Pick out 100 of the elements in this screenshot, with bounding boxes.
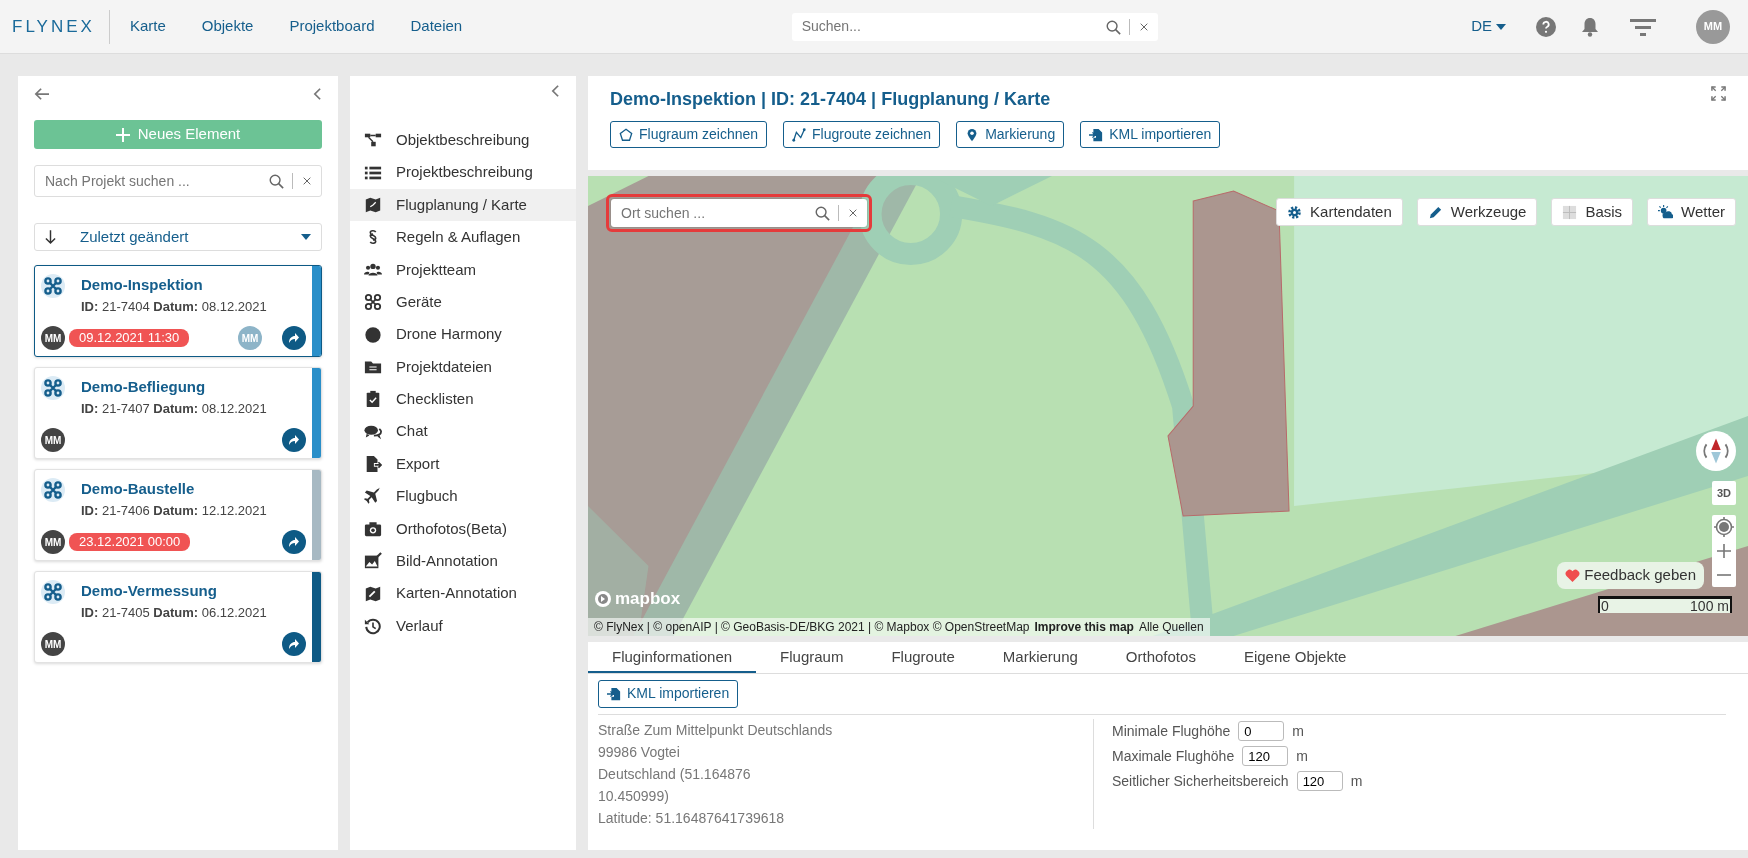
menu-item[interactable]: Regeln & Auflagen bbox=[350, 221, 576, 254]
menu-item[interactable]: Chat bbox=[350, 415, 576, 448]
action-button[interactable]: KML importieren bbox=[1080, 121, 1221, 148]
weather-icon bbox=[1658, 204, 1674, 220]
share-arrow-icon bbox=[288, 332, 300, 344]
menu-item[interactable]: Export bbox=[350, 447, 576, 481]
tab[interactable]: Markierung bbox=[978, 642, 1102, 673]
tab[interactable]: Fluginformationen bbox=[588, 642, 757, 673]
menu-item[interactable]: Bild-Annotation bbox=[350, 545, 576, 578]
import-kml-button[interactable]: KML importieren bbox=[598, 679, 739, 708]
sources-link[interactable]: Alle Quellen bbox=[1138, 618, 1204, 636]
search-input[interactable]: Nach Projekt suchen ... bbox=[43, 169, 268, 193]
address-line: 99986 Vogtei bbox=[598, 742, 681, 762]
menu-item[interactable]: Objektbeschreibung bbox=[350, 124, 576, 157]
project-search-field[interactable]: Nach Projekt suchen ... bbox=[34, 165, 322, 197]
project-card[interactable]: Demo-Vermessung ID: 21-7405 Datum: 06.12.2021 MM bbox=[34, 571, 322, 663]
assignee-avatar: MM bbox=[238, 326, 262, 350]
map-icon bbox=[364, 195, 382, 214]
project-card[interactable]: Demo-Inspektion ID: 21-7404 Datum: 08.12.2021 MM 09.12.2021 11:30 MM bbox=[34, 265, 322, 357]
menu-item[interactable]: Projektbeschreibung bbox=[350, 156, 576, 189]
menu-item[interactable]: Orthofotos(Beta) bbox=[350, 512, 576, 546]
back-arrow-icon[interactable] bbox=[34, 87, 50, 101]
unit-label: m bbox=[1350, 771, 1363, 791]
nav-link[interactable]: Karte bbox=[129, 15, 166, 38]
close-icon[interactable] bbox=[301, 175, 313, 187]
locate-icon[interactable] bbox=[1712, 515, 1736, 539]
chevron-left-icon[interactable] bbox=[313, 87, 322, 101]
project-card[interactable]: Demo-Baustelle ID: 21-7406 Datum: 12.12.2021 MM 23.12.2021 00:00 bbox=[34, 469, 322, 561]
menu-item[interactable]: Verlauf bbox=[350, 609, 576, 643]
logo: FLYNEX bbox=[12, 9, 110, 44]
drone-icon bbox=[41, 376, 65, 400]
chevron-left-icon[interactable] bbox=[551, 84, 560, 98]
address-line: Latitude: 51.16487641739618 bbox=[598, 808, 786, 828]
improve-map-link[interactable]: Improve this map bbox=[1034, 618, 1134, 636]
sort-dropdown[interactable]: Zuletzt geändert bbox=[34, 223, 322, 251]
number-input[interactable]: 120 bbox=[1296, 771, 1343, 791]
map-edit-icon bbox=[364, 584, 382, 603]
project-card[interactable]: Demo-Befliegung ID: 21-7407 Datum: 08.12.2021 MM bbox=[34, 367, 322, 459]
bell-icon[interactable] bbox=[1580, 15, 1600, 38]
camera-icon bbox=[364, 519, 382, 538]
close-icon[interactable] bbox=[847, 207, 859, 219]
project-meta: ID: 21-7405 Datum: 06.12.2021 bbox=[81, 603, 267, 622]
tab[interactable]: Flugroute bbox=[867, 642, 979, 673]
heart-icon bbox=[1565, 568, 1581, 582]
search-icon[interactable] bbox=[268, 173, 284, 189]
feedback-button[interactable]: Feedback geben bbox=[1557, 562, 1704, 589]
menu-item[interactable]: Projektdateien bbox=[350, 350, 576, 384]
deadline-badge: 23.12.2021 00:00 bbox=[69, 533, 191, 551]
pencil-icon bbox=[1427, 204, 1443, 220]
menu-item[interactable]: Flugplanung / Karte bbox=[350, 188, 576, 222]
file-import-icon bbox=[1089, 127, 1104, 142]
deadline-badge: 09.12.2021 11:30 bbox=[69, 329, 190, 347]
nav-link[interactable]: Dateien bbox=[410, 15, 463, 38]
3d-button[interactable]: 3D bbox=[1712, 481, 1736, 505]
menu-item[interactable]: Checklisten bbox=[350, 383, 576, 416]
search-field[interactable]: Suchen... bbox=[791, 12, 1158, 41]
project-title: Demo-Vermessung bbox=[81, 581, 218, 601]
language-dropdown[interactable]: DE bbox=[1471, 15, 1506, 38]
menu-item[interactable]: Drone Harmony bbox=[350, 318, 576, 351]
share-button[interactable] bbox=[282, 326, 306, 350]
number-input[interactable]: 0 bbox=[1238, 721, 1285, 741]
clipboard-icon bbox=[364, 390, 382, 409]
share-button[interactable] bbox=[282, 530, 306, 554]
action-button[interactable]: Markierung bbox=[956, 121, 1065, 148]
owner-avatar: MM bbox=[41, 530, 65, 554]
tab[interactable]: Eigene Objekte bbox=[1219, 642, 1371, 673]
action-button[interactable]: Flugroute zeichnen bbox=[783, 121, 941, 148]
tab[interactable]: Orthofotos bbox=[1101, 642, 1220, 673]
map-control-button[interactable]: Kartendaten bbox=[1276, 198, 1403, 226]
mapbox-logo-icon bbox=[594, 589, 612, 608]
map-control-button[interactable]: Wetter bbox=[1647, 198, 1736, 226]
project-title: Demo-Befliegung bbox=[81, 377, 207, 397]
nav-link[interactable]: Objekte bbox=[201, 15, 254, 38]
menu-item[interactable]: Flugbuch bbox=[350, 480, 576, 513]
plane-icon bbox=[364, 487, 382, 506]
compass-icon[interactable] bbox=[1696, 431, 1736, 471]
share-button[interactable] bbox=[282, 632, 306, 656]
map-control-button[interactable]: Werkzeuge bbox=[1416, 198, 1538, 226]
search-icon[interactable] bbox=[1104, 18, 1121, 35]
number-input[interactable]: 120 bbox=[1242, 746, 1289, 766]
help-icon[interactable] bbox=[1536, 16, 1556, 37]
map-search-field[interactable]: Ort suchen ... bbox=[611, 199, 867, 227]
menu-item[interactable]: Geräte bbox=[350, 285, 576, 319]
search-icon[interactable] bbox=[814, 205, 830, 221]
drone-icon bbox=[41, 478, 65, 502]
tab[interactable]: Flugraum bbox=[756, 642, 868, 673]
nav-link[interactable]: Projektboard bbox=[289, 15, 375, 38]
search-input[interactable]: Suchen... bbox=[799, 15, 1105, 38]
pentagon-icon bbox=[619, 127, 633, 142]
circle-icon bbox=[364, 325, 382, 344]
menu-item[interactable]: Karten-Annotation bbox=[350, 577, 576, 610]
fullscreen-icon[interactable] bbox=[1711, 86, 1726, 101]
menu-item[interactable]: Projektteam bbox=[350, 253, 576, 286]
history-icon bbox=[364, 617, 382, 636]
action-button[interactable]: Flugraum zeichnen bbox=[610, 121, 768, 148]
map-control-button[interactable]: Basis bbox=[1551, 198, 1634, 226]
filter-icon[interactable] bbox=[1630, 16, 1656, 37]
share-arrow-icon bbox=[288, 638, 300, 650]
share-button[interactable] bbox=[282, 428, 306, 452]
drone-icon bbox=[364, 293, 382, 312]
